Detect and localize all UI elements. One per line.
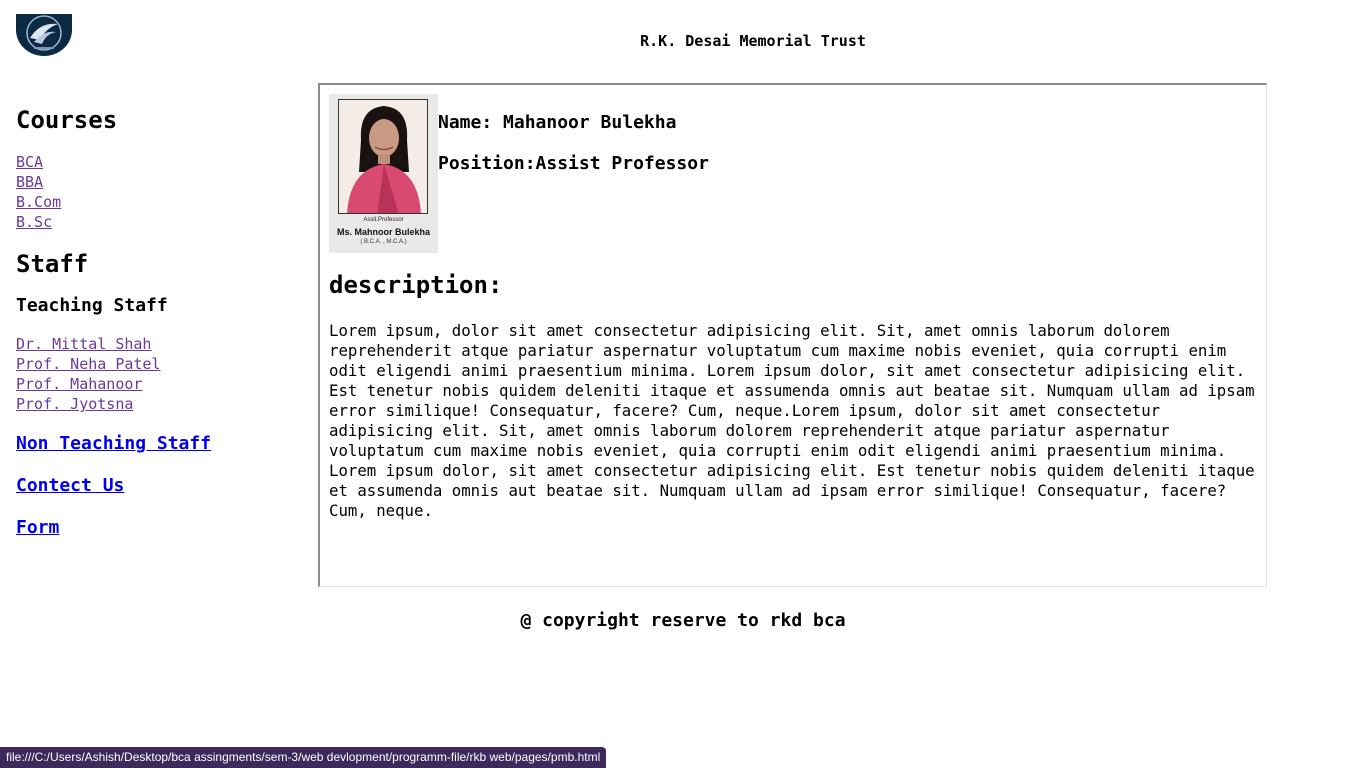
staff-link-mahanoor[interactable]: Prof. Mahanoor bbox=[16, 374, 306, 394]
staff-link-jyotsna[interactable]: Prof. Jyotsna bbox=[16, 394, 306, 414]
contact-us-link[interactable]: Contect Us bbox=[16, 474, 306, 498]
description-text: Lorem ipsum, dolor sit amet consectetur … bbox=[329, 321, 1255, 520]
list-item: Prof. Mahanoor bbox=[16, 374, 306, 394]
list-item: B.Com bbox=[16, 192, 306, 212]
list-item: Dr. Mittal Shah bbox=[16, 334, 306, 354]
staff-heading: Staff bbox=[16, 250, 89, 278]
list-item: BBA bbox=[16, 172, 306, 192]
profile-panel: Assit.Professor Ms. Mahnoor Bulekha ( B.… bbox=[318, 83, 1267, 587]
staff-name: Name: Mahanoor Bulekha bbox=[438, 112, 677, 133]
courses-heading: Courses bbox=[16, 106, 118, 134]
list-item: BCA bbox=[16, 152, 306, 172]
non-teaching-staff-link[interactable]: Non Teaching Staff bbox=[16, 432, 306, 456]
course-link-bsc[interactable]: B.Sc bbox=[16, 212, 306, 232]
staff-position: Position:Assist Professor bbox=[438, 153, 709, 174]
teaching-staff-heading: Teaching Staff bbox=[16, 295, 168, 316]
course-link-bca[interactable]: BCA bbox=[16, 152, 306, 172]
course-link-bba[interactable]: BBA bbox=[16, 172, 306, 192]
page-title: R.K. Desai Memorial Trust bbox=[640, 32, 866, 50]
staff-link-neha-patel[interactable]: Prof. Neha Patel bbox=[16, 354, 306, 374]
course-link-bcom[interactable]: B.Com bbox=[16, 192, 306, 212]
profile-photo: Assit.Professor Ms. Mahnoor Bulekha ( B.… bbox=[329, 94, 438, 253]
list-item: B.Sc bbox=[16, 212, 306, 232]
form-link[interactable]: Form bbox=[16, 516, 306, 540]
courses-list: BCA BBA B.Com B.Sc bbox=[16, 152, 306, 232]
staff-link-mittal-shah[interactable]: Dr. Mittal Shah bbox=[16, 334, 306, 354]
list-item: Prof. Neha Patel bbox=[16, 354, 306, 374]
sidebar: Courses BCA BBA B.Com B.Sc Staff Teachin… bbox=[16, 104, 306, 540]
description-heading: description: bbox=[329, 271, 503, 299]
photo-caption-name: Ms. Mahnoor Bulekha bbox=[336, 227, 430, 237]
teaching-staff-list: Dr. Mittal Shah Prof. Neha Patel Prof. M… bbox=[16, 334, 306, 414]
portrait-image bbox=[338, 99, 428, 214]
photo-caption-role: Assit.Professor bbox=[363, 217, 404, 223]
browser-status-bar-url: file:///C:/Users/Ashish/Desktop/bca assi… bbox=[0, 747, 607, 768]
portrait-icon bbox=[339, 100, 427, 213]
footer-copyright: @ copyright reserve to rkd bca bbox=[520, 610, 846, 631]
photo-caption-degree: ( B.C.A. , M.C.A.) bbox=[360, 239, 407, 245]
list-item: Prof. Jyotsna bbox=[16, 394, 306, 414]
